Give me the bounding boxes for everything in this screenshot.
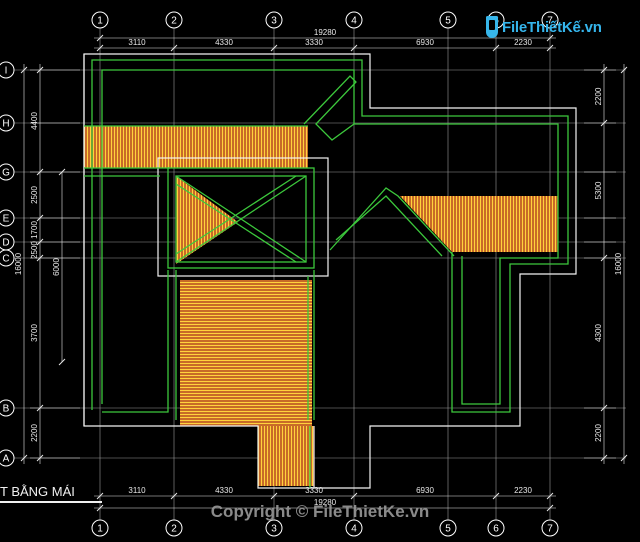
right-dimension-segment-2: 4300 bbox=[594, 324, 603, 342]
bottom-dimension-segment-0: 3110 bbox=[128, 486, 146, 495]
right-dimension-segment-3: 2200 bbox=[594, 424, 603, 442]
wall-lines bbox=[84, 59, 569, 488]
grid-bubble-left-C-label: C bbox=[2, 254, 9, 265]
left-dimension-segment-0: 4400 bbox=[30, 112, 39, 130]
grid-bubble-top-3-label: 3 bbox=[271, 16, 277, 27]
filethietke-logo: FileThiếtKế.vn bbox=[484, 12, 602, 42]
grid-bubble-top-1-label: 1 bbox=[97, 16, 103, 27]
left-dimension-segment-4: 3700 bbox=[30, 324, 39, 342]
roof-outline bbox=[83, 53, 577, 489]
grid-bubble-bottom-7-label: 7 bbox=[547, 524, 553, 535]
roof-hatch-left-strip bbox=[84, 126, 308, 168]
top-dimension-segment-2: 3330 bbox=[305, 38, 323, 47]
right-dimension-overall: 16000 bbox=[614, 252, 623, 275]
left-dimension-segment-1: 2500 bbox=[30, 186, 39, 204]
copyright-watermark: Copyright © FileThietKe.vn bbox=[210, 502, 430, 521]
grid-bubble-top-2-label: 2 bbox=[171, 16, 177, 27]
top-dimension-segment-1: 4330 bbox=[215, 38, 233, 47]
grid-bubble-left-D-label: D bbox=[2, 238, 9, 249]
roof-plan-drawing: 3110 4330 3330 6930 2230 19280 3110 4330 3330 693… bbox=[0, 11, 628, 537]
grid-bubble-left-B-label: B bbox=[3, 404, 10, 415]
grid-bubble-left-I-label: I bbox=[5, 66, 8, 77]
roof-hatch-porch bbox=[258, 426, 314, 486]
bottom-dimension-segment-4: 2230 bbox=[514, 486, 532, 495]
bottom-dimension-segment-2: 3330 bbox=[305, 486, 323, 495]
top-dimension-segment-0: 3110 bbox=[128, 38, 146, 47]
grid-bubble-bottom-4-label: 4 bbox=[351, 524, 357, 535]
top-dimension-segment-3: 6930 bbox=[416, 38, 434, 47]
drawing-title: T BẰNG MÁI bbox=[0, 484, 75, 499]
bottom-dimension-segment-3: 6930 bbox=[416, 486, 434, 495]
right-dimension-segment-1: 5300 bbox=[594, 181, 603, 199]
grid-bubble-left-E-label: E bbox=[3, 214, 10, 225]
grid-bubble-bottom-3-label: 3 bbox=[271, 524, 277, 535]
logo-emblem-icon bbox=[484, 16, 500, 38]
grid-bubble-bottom-2-label: 2 bbox=[171, 524, 177, 535]
grid-bubble-top-4-label: 4 bbox=[351, 16, 357, 27]
left-dimension-overall: 16000 bbox=[14, 252, 23, 275]
left-dimension-segment-5: 2200 bbox=[30, 424, 39, 442]
grid-bubble-top-5-label: 5 bbox=[445, 16, 451, 27]
right-dimension-segment-0: 2200 bbox=[594, 87, 603, 105]
left-dimension-segment-3: 2500 bbox=[30, 241, 39, 259]
roof-hatch-front-slope bbox=[180, 280, 312, 426]
grid-bubble-left-H-label: H bbox=[2, 119, 9, 130]
bottom-dimension-segment-1: 4330 bbox=[215, 486, 233, 495]
drawing-title-underline bbox=[0, 501, 102, 503]
left-dimension-segment-2: 1700 bbox=[30, 221, 39, 239]
grid-bubble-bottom-1-label: 1 bbox=[97, 524, 103, 535]
logo-text: FileThiếtKế.vn bbox=[502, 18, 602, 36]
grid-bubble-bottom-6-label: 6 bbox=[493, 524, 499, 535]
grid-bubble-left-G-label: G bbox=[2, 168, 10, 179]
left-dimension-inner: 6000 bbox=[52, 258, 61, 276]
ridge-top-diagonal bbox=[303, 75, 357, 141]
roof-hatch-areas bbox=[84, 126, 558, 486]
dimension-lines: 3110 4330 3330 6930 2230 19280 3110 4330 3330 693… bbox=[14, 28, 628, 512]
front-slope-wall-left bbox=[102, 270, 169, 413]
top-dimension-overall: 19280 bbox=[314, 28, 337, 37]
grid-bubble-bottom-5-label: 5 bbox=[445, 524, 451, 535]
grid-bubble-left-A-label: A bbox=[3, 454, 10, 465]
